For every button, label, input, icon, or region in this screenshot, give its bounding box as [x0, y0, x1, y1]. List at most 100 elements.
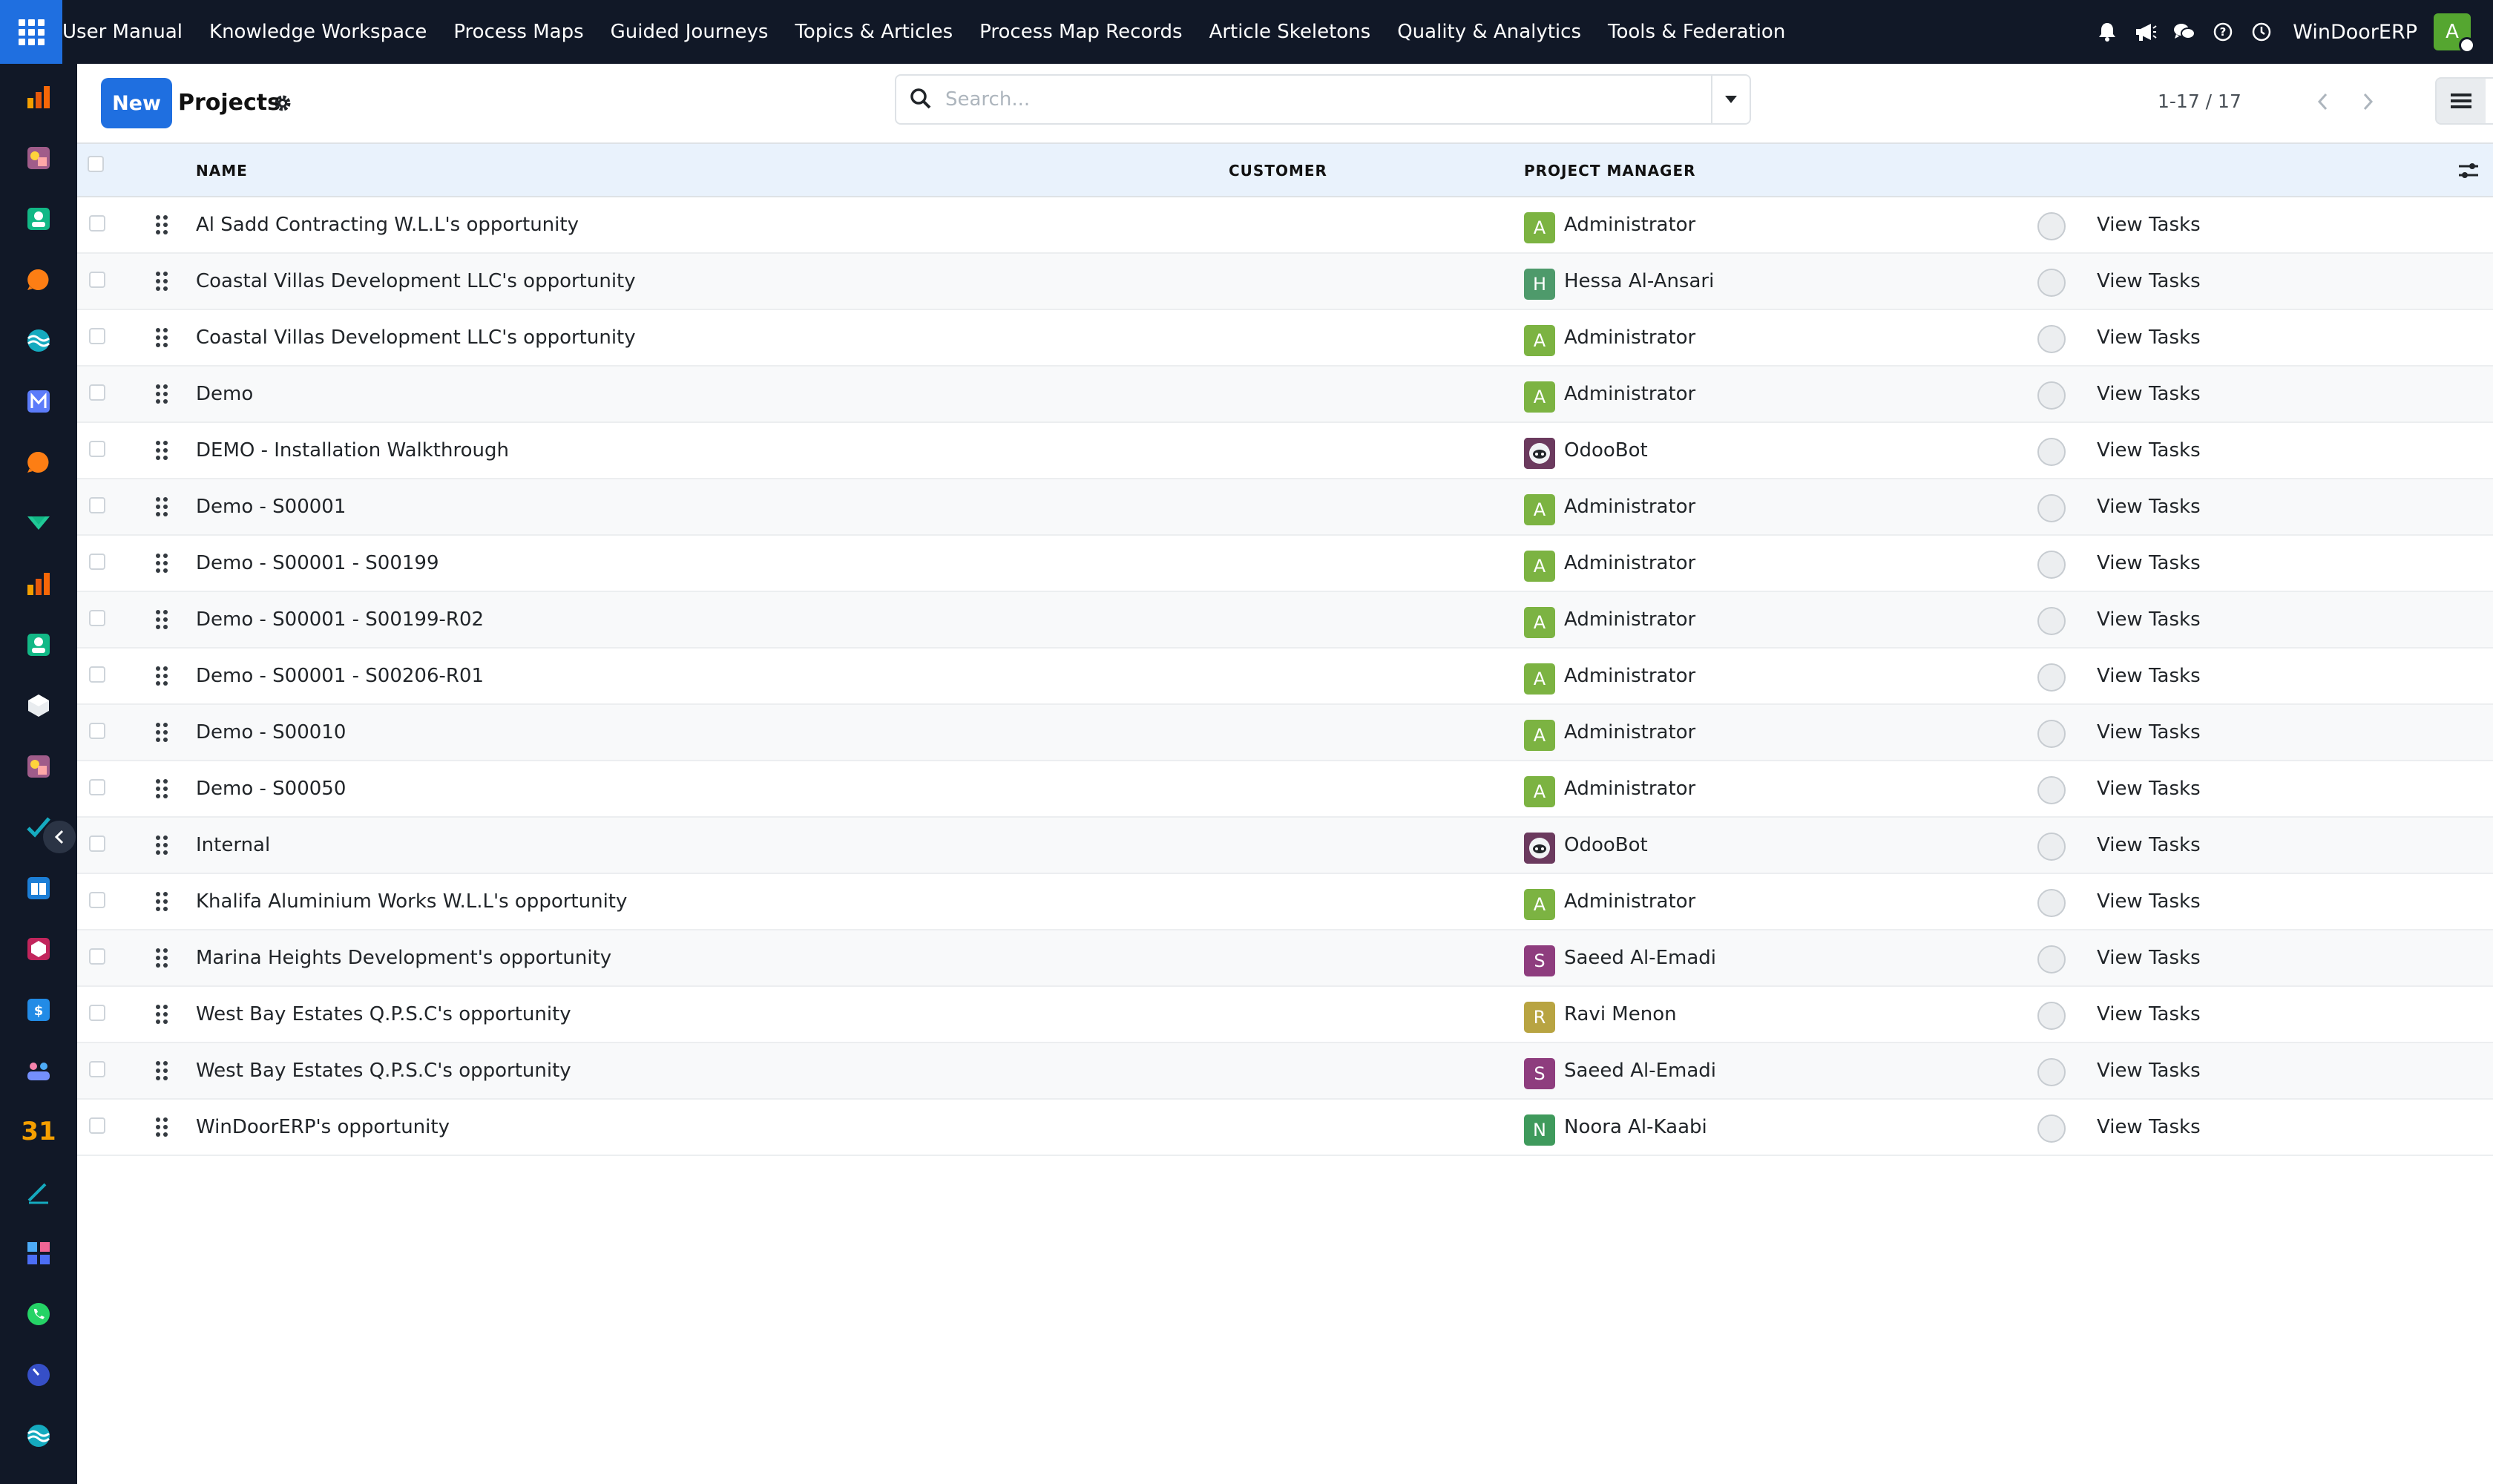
menu-item-process-maps[interactable]: Process Maps [440, 0, 597, 64]
chat-bubble-app-icon[interactable] [24, 448, 53, 476]
status-indicator[interactable] [2037, 776, 2066, 804]
row-checkbox[interactable] [89, 497, 105, 513]
view-tasks-button[interactable]: View Tasks [2097, 536, 2201, 591]
whatsapp-app-icon[interactable] [24, 1300, 53, 1328]
bar-chart-app-icon[interactable] [24, 570, 53, 598]
sidebar-collapse-button[interactable] [43, 821, 76, 853]
chat-bubble-app-icon[interactable] [24, 266, 53, 294]
book-app-icon[interactable] [24, 874, 53, 902]
drag-handle-icon[interactable] [154, 326, 169, 349]
menu-item-user-manual[interactable]: User Manual [62, 0, 196, 64]
new-button[interactable]: New [101, 78, 172, 128]
table-row[interactable]: Demo - S00001 - S00199 A Administrator V… [77, 536, 2493, 592]
apps-menu-button[interactable] [0, 0, 62, 64]
sketch-app-icon[interactable] [24, 752, 53, 781]
status-indicator[interactable] [2037, 381, 2066, 410]
view-tasks-button[interactable]: View Tasks [2097, 874, 2201, 929]
drag-handle-icon[interactable] [154, 270, 169, 292]
menu-item-process-map-records[interactable]: Process Map Records [966, 0, 1195, 64]
table-row[interactable]: Al Sadd Contracting W.L.L's opportunity … [77, 197, 2493, 254]
drag-handle-icon[interactable] [154, 1003, 169, 1025]
drag-handle-icon[interactable] [154, 608, 169, 631]
drag-handle-icon[interactable] [154, 665, 169, 687]
row-checkbox[interactable] [89, 1117, 105, 1134]
view-tasks-button[interactable]: View Tasks [2097, 254, 2201, 309]
row-checkbox[interactable] [89, 272, 105, 288]
table-row[interactable]: Marina Heights Development's opportunity… [77, 930, 2493, 987]
box-app-icon[interactable] [24, 935, 53, 963]
view-tasks-button[interactable]: View Tasks [2097, 818, 2201, 873]
status-indicator[interactable] [2037, 212, 2066, 240]
menu-item-guided-journeys[interactable]: Guided Journeys [597, 0, 782, 64]
table-row[interactable]: Demo - S00001 A Administrator View Tasks [77, 479, 2493, 536]
contacts-app-icon[interactable] [24, 631, 53, 659]
status-indicator[interactable] [2037, 269, 2066, 297]
megaphone-icon[interactable] [2126, 0, 2165, 64]
gauge-app-icon[interactable] [24, 1361, 53, 1389]
drag-handle-icon[interactable] [154, 383, 169, 405]
row-checkbox[interactable] [89, 1061, 105, 1077]
row-checkbox[interactable] [89, 328, 105, 344]
bar-chart-app-icon[interactable] [24, 83, 53, 111]
status-indicator[interactable] [2037, 889, 2066, 917]
row-checkbox[interactable] [89, 215, 105, 232]
sketch-app-icon[interactable] [24, 144, 53, 172]
column-header-name[interactable]: NAME [196, 144, 248, 197]
table-row[interactable]: WinDoorERP's opportunity N Noora Al-Kaab… [77, 1100, 2493, 1156]
contacts-app-icon[interactable] [24, 205, 53, 233]
table-row[interactable]: Internal OdooBot View Tasks [77, 818, 2493, 874]
status-indicator[interactable] [2037, 551, 2066, 579]
team-app-icon[interactable] [24, 1057, 53, 1085]
table-row[interactable]: Demo - S00001 - S00206-R01 A Administrat… [77, 649, 2493, 705]
drag-handle-icon[interactable] [154, 1060, 169, 1082]
row-checkbox[interactable] [89, 441, 105, 457]
drag-handle-icon[interactable] [154, 439, 169, 462]
menu-item-article-skeletons[interactable]: Article Skeletons [1196, 0, 1385, 64]
mail-app-icon[interactable] [24, 387, 53, 416]
dollar-app-icon[interactable]: $ [24, 996, 53, 1024]
list-view-button[interactable] [2435, 77, 2487, 125]
drag-handle-icon[interactable] [154, 947, 169, 969]
table-row[interactable]: DEMO - Installation Walkthrough OdooBot … [77, 423, 2493, 479]
drag-handle-icon[interactable] [154, 890, 169, 913]
chat-icon[interactable] [2165, 0, 2204, 64]
table-row[interactable]: West Bay Estates Q.P.S.C's opportunity R… [77, 987, 2493, 1043]
view-tasks-button[interactable]: View Tasks [2097, 987, 2201, 1042]
table-row[interactable]: Demo - S00010 A Administrator View Tasks [77, 705, 2493, 761]
view-tasks-button[interactable]: View Tasks [2097, 930, 2201, 985]
menu-item-knowledge-workspace[interactable]: Knowledge Workspace [196, 0, 440, 64]
drag-handle-icon[interactable] [154, 496, 169, 518]
view-tasks-button[interactable]: View Tasks [2097, 1043, 2201, 1098]
view-tasks-button[interactable]: View Tasks [2097, 197, 2201, 252]
menu-item-tools-federation[interactable]: Tools & Federation [1594, 0, 1799, 64]
table-row[interactable]: West Bay Estates Q.P.S.C's opportunity S… [77, 1043, 2493, 1100]
table-row[interactable]: Coastal Villas Development LLC's opportu… [77, 310, 2493, 367]
view-tasks-button[interactable]: View Tasks [2097, 592, 2201, 647]
kanban-view-button[interactable] [2486, 77, 2493, 125]
wave-app-icon[interactable] [24, 1422, 53, 1450]
status-indicator[interactable] [2037, 720, 2066, 748]
pager-next-button[interactable] [2346, 80, 2391, 123]
pager-value[interactable]: 1-17 / 17 [2158, 83, 2241, 120]
company-switcher[interactable]: WinDoorERP [2293, 21, 2417, 44]
pager-previous-button[interactable] [2300, 80, 2345, 123]
status-indicator[interactable] [2037, 945, 2066, 974]
row-checkbox[interactable] [89, 554, 105, 570]
column-header-project-manager[interactable]: PROJECT MANAGER [1524, 144, 1696, 197]
menu-item-quality-analytics[interactable]: Quality & Analytics [1384, 0, 1594, 64]
help-icon[interactable]: ? [2204, 0, 2242, 64]
sign-app-icon[interactable] [24, 1178, 53, 1206]
status-indicator[interactable] [2037, 325, 2066, 353]
drag-handle-icon[interactable] [154, 214, 169, 236]
row-checkbox[interactable] [89, 779, 105, 795]
select-all-checkbox[interactable] [88, 156, 104, 172]
row-checkbox[interactable] [89, 723, 105, 739]
check-app-icon[interactable] [24, 509, 53, 537]
clock-icon[interactable] [2242, 0, 2281, 64]
status-indicator[interactable] [2037, 494, 2066, 522]
row-checkbox[interactable] [89, 610, 105, 626]
table-row[interactable]: Coastal Villas Development LLC's opportu… [77, 254, 2493, 310]
view-tasks-button[interactable]: View Tasks [2097, 761, 2201, 816]
row-checkbox[interactable] [89, 384, 105, 401]
optional-columns-icon[interactable] [2457, 160, 2480, 181]
